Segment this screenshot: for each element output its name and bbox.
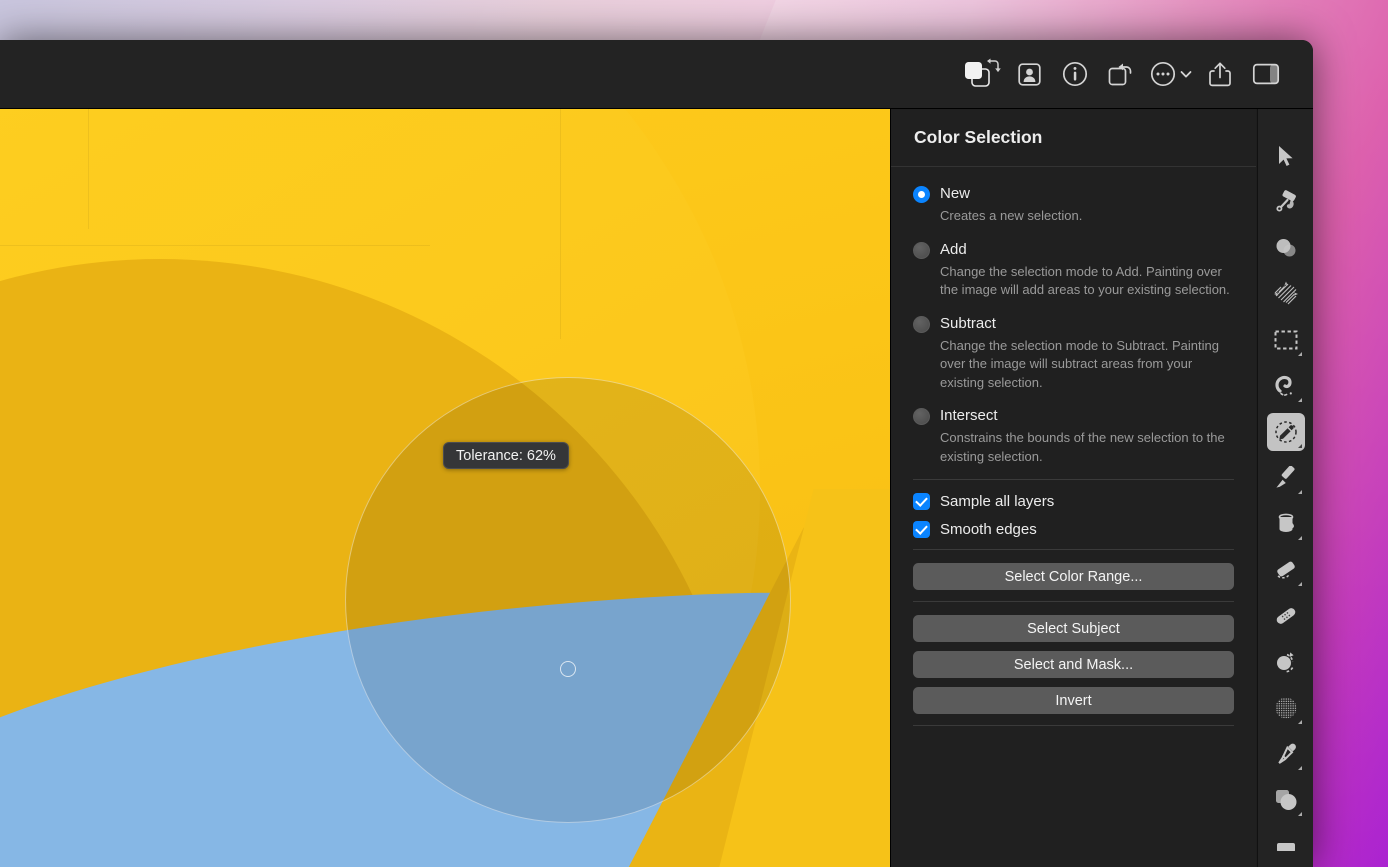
- move-arrow-tool[interactable]: [1267, 137, 1305, 175]
- tool-submenu-indicator: [1297, 352, 1302, 356]
- mode-label-new: New: [940, 185, 971, 202]
- person-crop-square-icon[interactable]: [1006, 51, 1052, 97]
- canvas-seam-line: [0, 245, 430, 246]
- tool-submenu-indicator: [1297, 536, 1302, 540]
- radio-add-icon[interactable]: [913, 241, 930, 259]
- divider: [913, 601, 1234, 602]
- brush-cursor: [560, 661, 576, 677]
- inspector-panel: Color Selection New Creates a new select…: [890, 109, 1256, 867]
- paintbrush-tool[interactable]: [1267, 459, 1305, 497]
- checkbox-smooth-edges-label: Smooth edges: [940, 521, 1037, 538]
- rotate-square-icon[interactable]: [1098, 51, 1144, 97]
- mode-option-intersect[interactable]: Intersect: [913, 405, 1234, 427]
- divider: [913, 479, 1234, 480]
- checkbox-sample-all-layers-box[interactable]: [913, 493, 930, 510]
- mode-description-add: Change the selection mode to Add. Painti…: [940, 263, 1230, 298]
- tools-sidebar: [1257, 109, 1313, 867]
- top-toolbar: [0, 40, 1313, 109]
- canvas-seam-line: [88, 109, 89, 229]
- mode-label-subtract: Subtract: [940, 314, 996, 332]
- chevron-down-icon[interactable]: [1179, 67, 1193, 81]
- page-title: Color Selection: [914, 127, 1043, 147]
- paint-roller-tool[interactable]: [1267, 183, 1305, 221]
- checkbox-sample-all-layers-label: Sample all layers: [940, 493, 1055, 510]
- invert-button[interactable]: Invert: [913, 687, 1234, 714]
- tool-submenu-indicator: [1297, 444, 1302, 448]
- tolerance-tooltip: Tolerance: 62%: [443, 442, 569, 469]
- tool-submenu-indicator: [1297, 766, 1302, 770]
- radio-new-icon[interactable]: [913, 186, 930, 203]
- mode-description-subtract: Change the selection mode to Subtract. P…: [940, 337, 1219, 390]
- checkbox-smooth-edges-box[interactable]: [913, 521, 930, 538]
- share-icon[interactable]: [1197, 51, 1243, 97]
- color-balance-tool[interactable]: [1267, 229, 1305, 267]
- mode-label-add: Add: [940, 240, 967, 258]
- tool-submenu-indicator: [1297, 812, 1302, 816]
- app-window: Tolerance: 62% Color Selection New Creat…: [0, 40, 1313, 867]
- eraser-tool[interactable]: [1267, 551, 1305, 589]
- ellipsis-circle-icon[interactable]: [1144, 51, 1197, 97]
- shapes-tool[interactable]: [1267, 781, 1305, 819]
- checkbox-sample-all-layers[interactable]: Sample all layers: [913, 493, 1234, 510]
- select-and-mask-button[interactable]: Select and Mask...: [913, 651, 1234, 678]
- info-circle-icon[interactable]: [1052, 51, 1098, 97]
- tool-submenu-indicator: [1297, 582, 1302, 586]
- clone-stamp-tool[interactable]: [1267, 643, 1305, 681]
- magic-wand-tool[interactable]: [1267, 275, 1305, 313]
- radio-subtract-icon[interactable]: [913, 315, 930, 333]
- select-color-range-button[interactable]: Select Color Range...: [913, 563, 1234, 590]
- divider: [913, 725, 1234, 726]
- checkbox-smooth-edges[interactable]: Smooth edges: [913, 521, 1234, 538]
- tool-submenu-indicator: [1297, 398, 1302, 402]
- panel-header: Color Selection: [891, 109, 1256, 167]
- select-subject-button[interactable]: Select Subject: [913, 615, 1234, 642]
- color-selection-eyedropper-tool[interactable]: [1266, 413, 1305, 451]
- mode-description-new: Creates a new selection.: [940, 208, 1083, 223]
- divider: [913, 549, 1234, 550]
- radio-intersect-icon[interactable]: [913, 408, 930, 425]
- mode-option-new[interactable]: New: [913, 183, 1234, 205]
- overflow-tool-partial[interactable]: [1267, 827, 1305, 865]
- sidebar-right-icon[interactable]: [1243, 51, 1289, 97]
- dither-noise-tool[interactable]: [1267, 689, 1305, 727]
- tool-submenu-indicator: [1297, 490, 1302, 494]
- pen-tool[interactable]: [1267, 735, 1305, 773]
- retouch-bandage-tool[interactable]: [1267, 597, 1305, 635]
- color-swatch-swap-icon[interactable]: [960, 51, 1006, 97]
- panel-body: New Creates a new selection. Add Change …: [891, 167, 1256, 726]
- mode-option-add[interactable]: Add: [913, 239, 1234, 261]
- mode-description-intersect: Constrains the bounds of the new selecti…: [940, 430, 1225, 464]
- image-canvas[interactable]: Tolerance: 62%: [0, 109, 890, 867]
- canvas-seam-line: [560, 109, 561, 339]
- mode-label-intersect: Intersect: [940, 407, 998, 424]
- mode-option-subtract[interactable]: Subtract: [913, 313, 1234, 335]
- rectangular-marquee-tool[interactable]: [1267, 321, 1305, 359]
- magnetic-lasso-tool[interactable]: [1267, 367, 1305, 405]
- paint-bucket-tool[interactable]: [1267, 505, 1305, 543]
- tool-submenu-indicator: [1297, 720, 1302, 724]
